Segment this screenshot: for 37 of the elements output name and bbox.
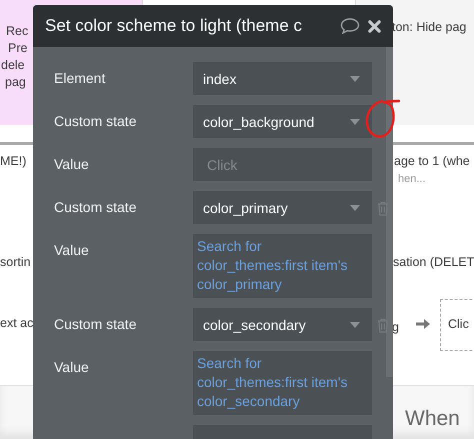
field-label: Value <box>54 359 89 375</box>
scrollbar[interactable] <box>386 47 393 377</box>
card-text: ext ac <box>0 315 34 332</box>
dialog-title: Set color scheme to light (theme c <box>45 16 304 36</box>
field-label: Value <box>54 242 89 258</box>
arrow-icon <box>416 318 430 330</box>
dropdown[interactable]: color_background <box>193 105 372 138</box>
field-label: Custom state <box>54 199 136 215</box>
action-box[interactable] <box>440 299 474 351</box>
dropdown[interactable]: index <box>193 62 372 95</box>
field-label: Custom state <box>54 113 136 129</box>
card-text: Rec <box>6 23 28 40</box>
card-text: pag <box>5 74 26 91</box>
trash-icon[interactable] <box>377 201 389 216</box>
input-field[interactable]: Click <box>193 148 372 181</box>
field-label: Element <box>54 70 106 86</box>
card-text: dele <box>1 57 25 74</box>
action-text: Clic <box>448 316 469 333</box>
caret-icon <box>350 322 360 328</box>
dropdown[interactable]: color_secondary <box>193 308 372 341</box>
card-heading: When <box>405 406 460 432</box>
close-icon[interactable] <box>368 20 381 32</box>
field-label: Value <box>54 156 89 172</box>
trash-icon[interactable] <box>377 318 389 333</box>
field-label: Custom state <box>54 316 136 332</box>
caret-icon <box>350 204 360 210</box>
caret-icon <box>350 118 360 124</box>
comment-icon[interactable] <box>340 18 360 34</box>
card-text: ME!) <box>0 153 26 170</box>
card-text: ton: Hide pag <box>392 19 466 36</box>
caret-icon <box>350 76 360 82</box>
hint-text: hen... <box>398 172 426 187</box>
dropdown[interactable]: color_primary <box>193 191 372 224</box>
card-text: age to 1 (whe <box>394 153 470 170</box>
card-text: Pre <box>8 40 28 57</box>
card-text: sation (DELET <box>393 254 474 271</box>
card-text: sortin <box>0 254 31 271</box>
